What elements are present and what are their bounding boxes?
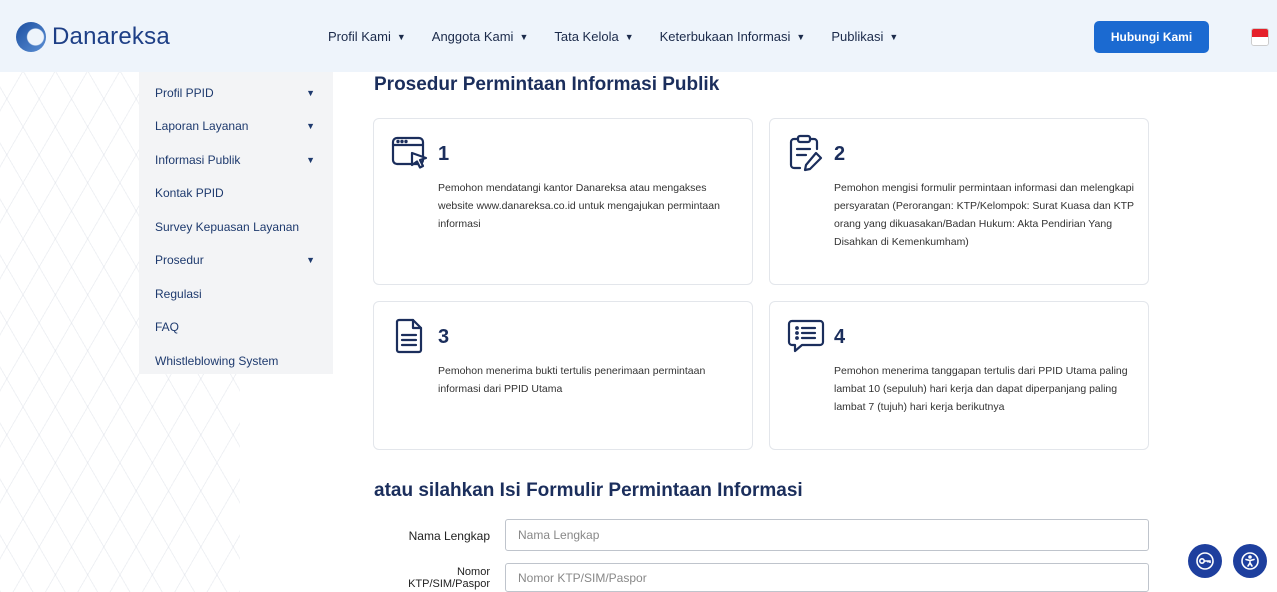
sidebar-item-profil-ppid[interactable]: Profil PPID ▼ [139, 76, 333, 110]
logo-text: Danareksa [52, 23, 170, 50]
page-title: Prosedur Permintaan Informasi Publik [374, 74, 720, 95]
sidebar-item-label: Profil PPID [155, 85, 214, 100]
sidebar-item-label: Prosedur [155, 253, 204, 268]
step-number: 3 [438, 326, 450, 348]
nav-label: Anggota Kami [431, 29, 514, 44]
chevron-down-icon: ▼ [306, 121, 315, 132]
sidebar-item-informasi-publik[interactable]: Informasi Publik ▼ [139, 143, 333, 177]
sidebar-item-label: Regulasi [155, 286, 202, 301]
id-number-label-line1: Nomor [456, 566, 490, 578]
step-number: 1 [438, 143, 450, 165]
main-nav: Profil Kami ▼ Anggota Kami ▼ Tata Kelola… [328, 29, 898, 44]
full-name-label: Nama Lengkap [408, 529, 490, 543]
id-number-label-line2: KTP/SIM/Paspor [408, 578, 490, 590]
id-number-label: Nomor KTP/SIM/Paspor [360, 566, 490, 590]
sidebar-item-label: Laporan Layanan [155, 119, 249, 134]
sidebar-item-faq[interactable]: FAQ [139, 311, 333, 345]
document-icon [395, 318, 423, 354]
nav-label: Tata Kelola [554, 29, 619, 44]
form-title: atau silahkan Isi Formulir Permintaan In… [374, 480, 803, 501]
browser-cursor-icon [391, 136, 428, 169]
flag-indonesia-icon[interactable] [1251, 28, 1269, 46]
nav-label: Keterbukaan Informasi [659, 29, 791, 44]
clipboard-edit-icon [789, 134, 823, 172]
sidebar-item-label: Informasi Publik [155, 152, 241, 167]
step-card-3: 3 Pemohon menerima bukti tertulis peneri… [373, 301, 753, 450]
sidebar-item-label: Whistleblowing System [155, 353, 279, 368]
nav-tata-kelola[interactable]: Tata Kelola ▼ [554, 29, 633, 44]
step-number: 4 [834, 326, 846, 348]
step-description: Pemohon mengisi formulir permintaan info… [834, 182, 1134, 248]
site-header: Danareksa Profil Kami ▼ Anggota Kami ▼ T… [0, 0, 1277, 72]
chevron-down-icon: ▼ [306, 154, 315, 165]
nav-anggota-kami[interactable]: Anggota Kami ▼ [432, 29, 529, 44]
nav-keterbukaan-informasi[interactable]: Keterbukaan Informasi ▼ [660, 29, 806, 44]
list-message-icon [787, 319, 825, 353]
key-icon [1196, 552, 1214, 570]
step-card-1: 1 Pemohon mendatangi kantor Danareksa at… [373, 118, 753, 285]
sidebar-item-prosedur[interactable]: Prosedur ▼ [139, 244, 333, 278]
key-button[interactable] [1188, 544, 1222, 578]
step-card-4: 4 Pemohon menerima tanggapan tertulis da… [769, 301, 1149, 450]
nav-label: Profil Kami [328, 29, 391, 44]
chevron-down-icon: ▼ [796, 31, 806, 42]
full-name-input[interactable] [505, 519, 1149, 551]
nav-label: Publikasi [831, 29, 884, 44]
step-description: Pemohon menerima tanggapan tertulis dari… [834, 365, 1128, 413]
step-number: 2 [834, 143, 846, 165]
sidebar-item-label: FAQ [155, 320, 180, 335]
logo-icon [16, 22, 46, 52]
chevron-down-icon: ▼ [889, 31, 899, 42]
sidebar-item-label: Survey Kepuasan Layanan [155, 219, 300, 234]
nav-profil-kami[interactable]: Profil Kami ▼ [328, 29, 406, 44]
nav-publikasi[interactable]: Publikasi ▼ [831, 29, 898, 44]
sidebar-item-kontak-ppid[interactable]: Kontak PPID [139, 177, 333, 211]
step-description: Pemohon menerima bukti tertulis penerima… [438, 365, 706, 395]
sidebar: Profil PPID ▼ Laporan Layanan ▼ Informas… [139, 72, 333, 374]
step-card-2: 2 Pemohon mengisi formulir permintaan in… [769, 118, 1149, 285]
accessibility-button[interactable] [1233, 544, 1267, 578]
chevron-down-icon: ▼ [624, 31, 634, 42]
contact-button[interactable]: Hubungi Kami [1094, 21, 1209, 53]
sidebar-item-whistleblowing-system[interactable]: Whistleblowing System [139, 344, 333, 378]
sidebar-item-laporan-layanan[interactable]: Laporan Layanan ▼ [139, 110, 333, 144]
sidebar-item-label: Kontak PPID [155, 186, 224, 201]
chevron-down-icon: ▼ [519, 31, 529, 42]
step-description: Pemohon mendatangi kantor Danareksa atau… [438, 182, 720, 230]
accessibility-icon [1241, 552, 1259, 570]
chevron-down-icon: ▼ [396, 31, 406, 42]
sidebar-item-regulasi[interactable]: Regulasi [139, 277, 333, 311]
sidebar-item-survey-kepuasan-layanan[interactable]: Survey Kepuasan Layanan [139, 210, 333, 244]
logo[interactable]: Danareksa [16, 22, 170, 52]
id-number-input[interactable] [505, 563, 1149, 592]
chevron-down-icon: ▼ [306, 255, 315, 266]
chevron-down-icon: ▼ [306, 87, 315, 98]
